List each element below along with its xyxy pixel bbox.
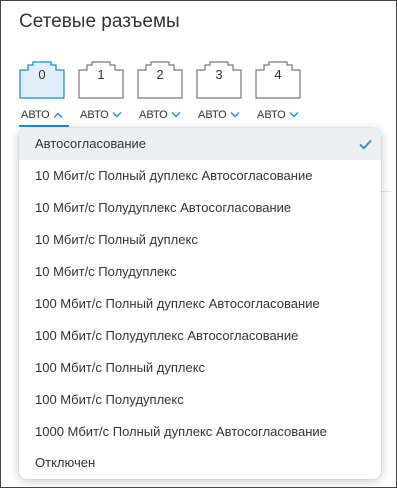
option-label: 10 Мбит/с Полудуплекс Автосогласование (35, 200, 292, 215)
checkmark-icon (359, 137, 372, 155)
chevron-down-icon (112, 109, 122, 121)
port-number: 4 (274, 67, 282, 82)
option-label: 10 Мбит/с Полный дуплекс Автосогласовани… (35, 168, 313, 183)
port-2-mode-select[interactable]: АВТО (139, 109, 181, 123)
mode-label: АВТО (198, 109, 227, 121)
active-select-underline (19, 125, 69, 127)
dropdown-option[interactable]: 1000 Мбит/с Полный дуплекс Автосогласова… (19, 416, 381, 448)
dropdown-option[interactable]: 10 Мбит/с Полудуплекс Автосогласование (19, 192, 381, 224)
port-1-mode-select[interactable]: АВТО (80, 109, 122, 123)
dropdown-option[interactable]: 100 Мбит/с Полудуплекс (19, 384, 381, 416)
port-4-button[interactable]: 4 (255, 61, 301, 99)
port-3-button[interactable]: 3 (196, 61, 242, 99)
chevron-down-icon (289, 109, 299, 121)
dropdown-option[interactable]: 100 Мбит/с Полудуплекс Автосогласование (19, 320, 381, 352)
option-label: Отключен (35, 455, 96, 470)
port-number: 2 (156, 67, 164, 82)
speed-duplex-dropdown: Автосогласование 10 Мбит/с Полный дуплек… (19, 128, 381, 479)
option-label: 100 Мбит/с Полный дуплекс (35, 360, 206, 375)
divider (381, 191, 391, 192)
port-0-button[interactable]: 0 (19, 61, 65, 99)
option-label: 1000 Мбит/с Полный дуплекс Автосогласова… (35, 424, 327, 439)
mode-label: АВТО (80, 109, 109, 121)
option-label: 10 Мбит/с Полный дуплекс (35, 232, 198, 247)
mode-label: АВТО (21, 109, 50, 121)
dropdown-option[interactable]: 10 Мбит/с Полный дуплекс (19, 224, 381, 256)
mode-label: АВТО (139, 109, 168, 121)
port-4-mode-select[interactable]: АВТО (257, 109, 299, 123)
port-3-mode-select[interactable]: АВТО (198, 109, 240, 123)
port-number: 1 (97, 67, 105, 82)
chevron-up-icon (53, 109, 63, 121)
mode-label: АВТО (257, 109, 286, 121)
port-number: 0 (38, 67, 46, 82)
network-ports-panel: Сетевые разъемы 0 1 2 3 4 АВТО АВТО АВТО… (0, 0, 397, 488)
port-0-mode-select[interactable]: АВТО (21, 109, 63, 123)
port-2-button[interactable]: 2 (137, 61, 183, 99)
dropdown-option[interactable]: 10 Мбит/с Полудуплекс (19, 256, 381, 288)
panel-title: Сетевые разъемы (19, 11, 180, 32)
option-label: 100 Мбит/с Полудуплекс Автосогласование (35, 328, 299, 343)
dropdown-option[interactable]: 100 Мбит/с Полный дуплекс Автосогласован… (19, 288, 381, 320)
option-label: 100 Мбит/с Полудуплекс (35, 392, 184, 407)
dropdown-option[interactable]: Автосогласование (19, 128, 381, 160)
dropdown-option[interactable]: 100 Мбит/с Полный дуплекс (19, 352, 381, 384)
chevron-down-icon (171, 109, 181, 121)
port-number: 3 (215, 67, 223, 82)
port-1-button[interactable]: 1 (78, 61, 124, 99)
dropdown-option[interactable]: Отключен (19, 447, 381, 479)
dropdown-option[interactable]: 10 Мбит/с Полный дуплекс Автосогласовани… (19, 160, 381, 192)
option-label: Автосогласование (35, 136, 147, 151)
chevron-down-icon (230, 109, 240, 121)
option-label: 10 Мбит/с Полудуплекс (35, 264, 177, 279)
option-label: 100 Мбит/с Полный дуплекс Автосогласован… (35, 296, 320, 311)
